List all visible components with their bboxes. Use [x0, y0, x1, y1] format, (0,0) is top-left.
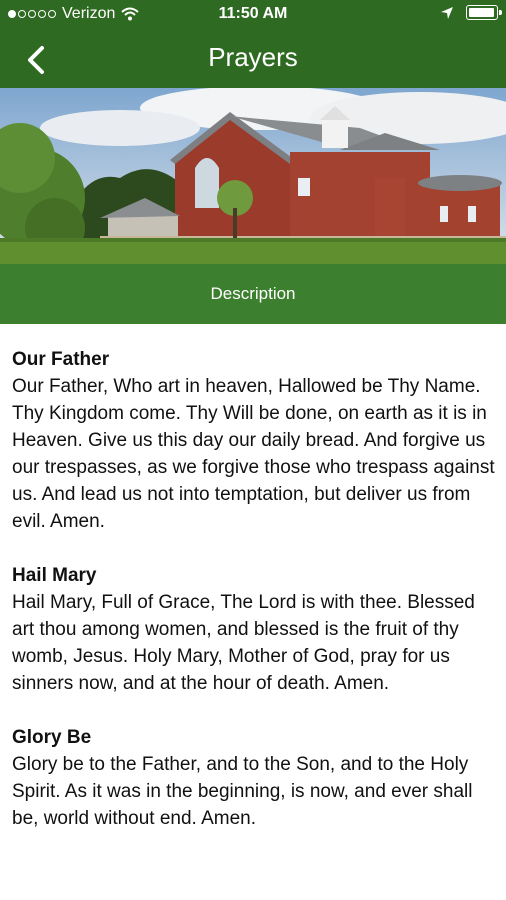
- prayer-title: Hail Mary: [12, 565, 97, 586]
- status-time: 11:50 AM: [218, 5, 288, 22]
- prayer-item: Hail Mary Hail Mary, Full of Grace, The …: [12, 562, 496, 697]
- prayer-text: Glory be to the Father, and to the Son, …: [12, 754, 473, 829]
- prayer-item: Glory Be Glory be to the Father, and to …: [12, 724, 496, 832]
- prayer-title: Our Father: [12, 349, 110, 370]
- battery-fill: [469, 8, 494, 17]
- tab-description[interactable]: Description: [0, 264, 506, 324]
- prayer-text: Our Father, Who art in heaven, Hallowed …: [12, 376, 495, 532]
- location-arrow-icon: [441, 6, 453, 19]
- prayers-content: Our Father Our Father, Who art in heaven…: [12, 346, 496, 859]
- prayer-text: Hail Mary, Full of Grace, The Lord is wi…: [12, 592, 475, 694]
- app-header: Verizon 11:50 AM Prayers: [0, 0, 506, 88]
- nav-bar: Prayers: [0, 30, 506, 88]
- prayer-item: Our Father Our Father, Who art in heaven…: [12, 346, 496, 535]
- prayer-title: Glory Be: [12, 727, 92, 748]
- status-right: [440, 5, 502, 20]
- church-photo: [0, 88, 506, 268]
- page-title: Prayers: [208, 42, 298, 72]
- battery-icon: [466, 5, 502, 20]
- status-bar: Verizon 11:50 AM: [0, 0, 506, 30]
